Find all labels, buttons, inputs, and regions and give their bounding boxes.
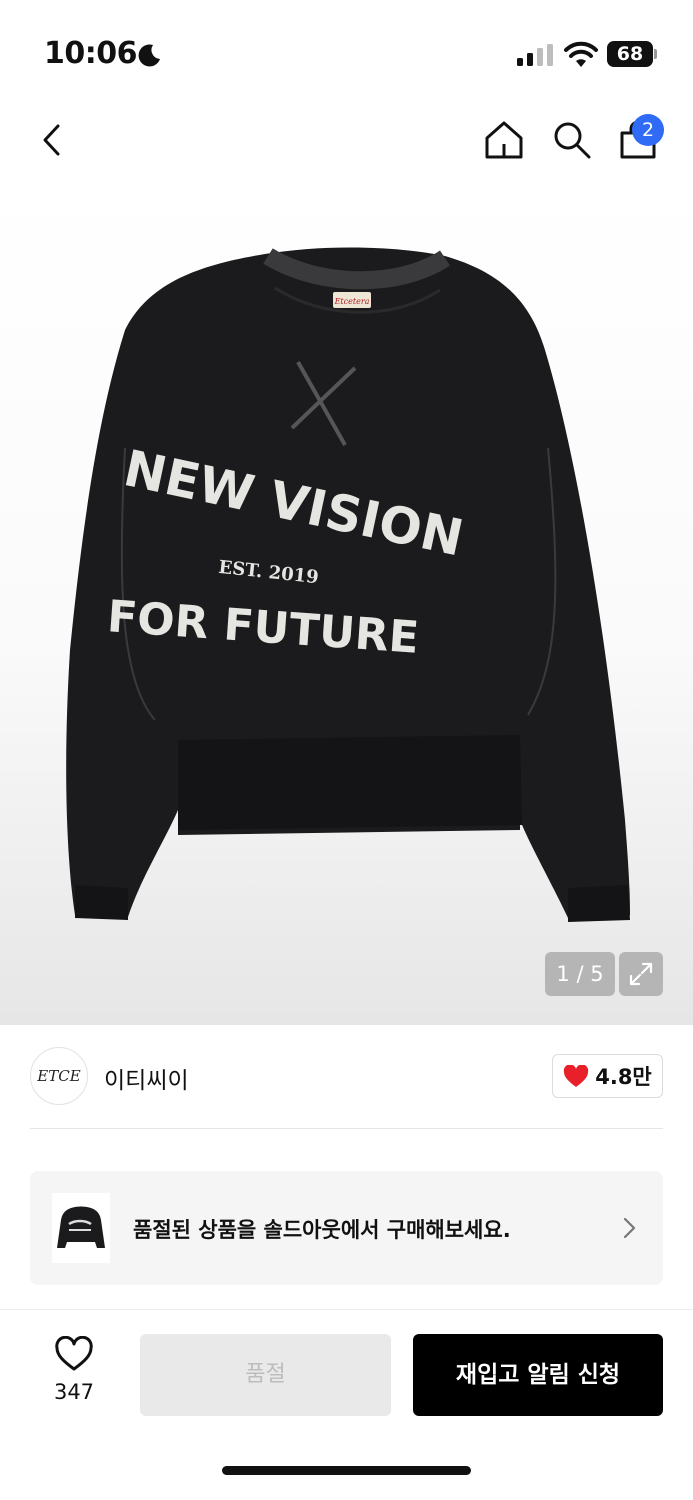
back-icon bbox=[43, 124, 60, 156]
expand-image-button[interactable] bbox=[619, 952, 663, 996]
status-time: 10:06 bbox=[44, 36, 138, 71]
banner-text: 품절된 상품을 솔드아웃에서 구매해보세요. bbox=[133, 1218, 511, 1242]
chevron-right-icon bbox=[623, 1217, 636, 1239]
product-photo: Etcetera NEW VISION EST. 2019 FOR FUTURE bbox=[66, 247, 631, 922]
restock-alert-button[interactable]: 재입고 알림 신청 bbox=[413, 1334, 663, 1416]
brand-logo[interactable]: ETCE bbox=[30, 1047, 88, 1105]
image-page-indicator: 1 / 5 bbox=[545, 952, 615, 996]
status-bar: 10:06 68 bbox=[0, 0, 693, 100]
wishlist-count: 347 bbox=[53, 1380, 95, 1404]
product-image-gallery[interactable]: Etcetera NEW VISION EST. 2019 FOR FUTURE… bbox=[0, 180, 693, 1025]
search-icon bbox=[554, 122, 591, 159]
moon-icon bbox=[138, 44, 160, 67]
home-button[interactable] bbox=[480, 116, 528, 164]
divider bbox=[30, 1128, 663, 1129]
signal-icon bbox=[517, 44, 553, 66]
wifi-icon bbox=[564, 41, 598, 67]
expand-icon bbox=[629, 962, 653, 986]
home-icon bbox=[485, 121, 523, 159]
soldout-marketplace-banner[interactable]: 품절된 상품을 솔드아웃에서 구매해보세요. bbox=[30, 1171, 663, 1285]
heart-outline-icon bbox=[55, 1335, 93, 1371]
brand-like-count: 4.8만 bbox=[595, 1065, 652, 1089]
banner-thumbnail bbox=[52, 1193, 110, 1263]
battery-level: 68 bbox=[616, 43, 644, 65]
battery-icon: 68 bbox=[607, 41, 657, 67]
home-indicator[interactable] bbox=[222, 1466, 471, 1475]
label-tag-text: Etcetera bbox=[334, 297, 370, 306]
brand-row[interactable]: ETCE 이티씨이 4.8만 bbox=[0, 1025, 693, 1129]
brand-name[interactable]: 이티씨이 bbox=[104, 1061, 189, 1095]
heart-filled-icon bbox=[564, 1064, 589, 1087]
soldout-button: 품절 bbox=[140, 1334, 391, 1416]
back-button[interactable] bbox=[30, 116, 74, 164]
top-nav-bar bbox=[0, 100, 693, 180]
brand-like-button[interactable]: 4.8만 bbox=[552, 1054, 663, 1098]
search-button[interactable] bbox=[548, 116, 596, 164]
cart-count-badge: 2 bbox=[632, 114, 664, 146]
wishlist-button[interactable]: 347 bbox=[34, 1332, 114, 1422]
